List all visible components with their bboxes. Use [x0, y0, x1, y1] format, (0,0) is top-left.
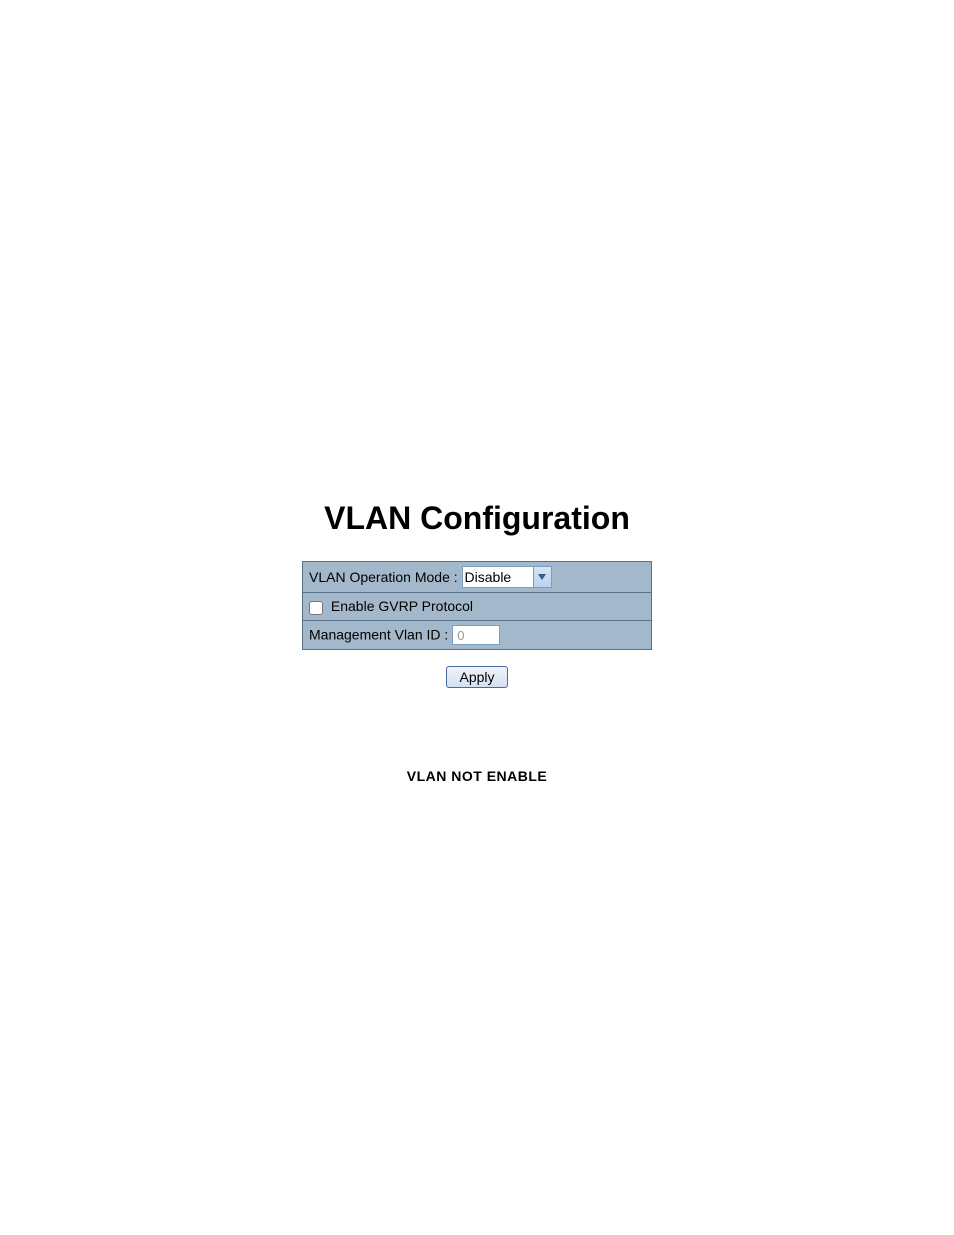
vlan-config-table: VLAN Operation Mode : Disable Enable GVR…: [302, 561, 652, 650]
vlan-operation-mode-row: VLAN Operation Mode : Disable: [303, 562, 652, 593]
page-title: VLAN Configuration: [324, 500, 630, 537]
management-vlan-id-row: Management Vlan ID :: [303, 621, 652, 650]
vlan-operation-mode-label: VLAN Operation Mode :: [309, 569, 462, 585]
management-vlan-id-label: Management Vlan ID :: [309, 627, 452, 643]
enable-gvrp-checkbox[interactable]: [309, 601, 323, 615]
enable-gvrp-row: Enable GVRP Protocol: [303, 593, 652, 621]
vlan-operation-mode-select[interactable]: Disable: [462, 566, 552, 588]
apply-button[interactable]: Apply: [446, 666, 507, 688]
button-row: Apply: [446, 666, 507, 688]
vlan-status-message: VLAN NOT ENABLE: [407, 768, 548, 784]
enable-gvrp-label: Enable GVRP Protocol: [331, 598, 473, 614]
main-container: VLAN Configuration VLAN Operation Mode :…: [0, 0, 954, 784]
management-vlan-id-input[interactable]: [452, 625, 500, 645]
